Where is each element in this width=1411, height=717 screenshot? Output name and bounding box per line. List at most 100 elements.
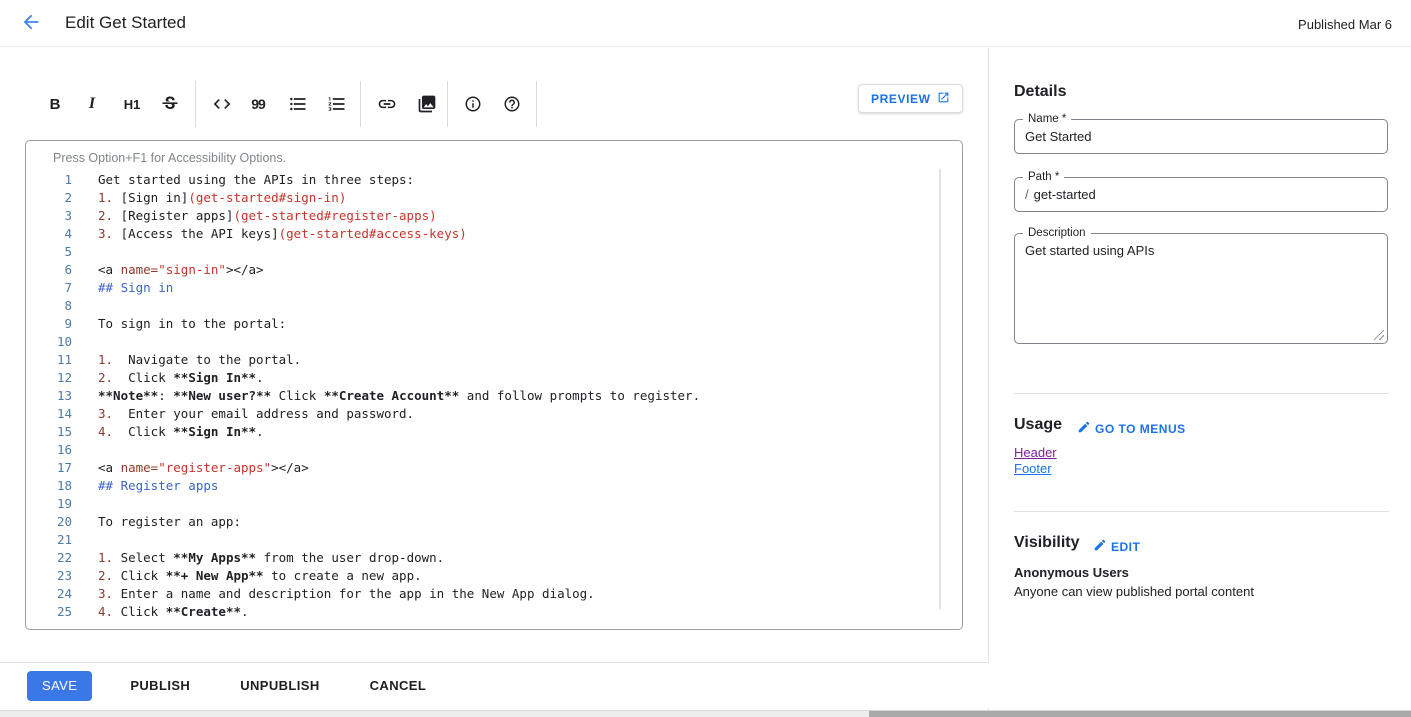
name-field[interactable]: Name * Get Started — [1014, 119, 1388, 154]
save-button[interactable]: SAVE — [27, 671, 92, 701]
line-content: 2. [Register apps](get-started#register-… — [72, 207, 437, 225]
line-number: 20 — [26, 513, 72, 531]
line-number: 15 — [26, 423, 72, 441]
editor-line[interactable]: 243. Enter a name and description for th… — [26, 585, 936, 603]
line-number: 13 — [26, 387, 72, 405]
code-button[interactable] — [203, 82, 241, 126]
editor-line[interactable]: 21 — [26, 531, 936, 549]
line-content — [72, 243, 98, 261]
horizontal-scrollbar[interactable] — [0, 710, 1411, 717]
editor-line[interactable]: 143. Enter your email address and passwo… — [26, 405, 936, 423]
editor-line[interactable]: 111. Navigate to the portal. — [26, 351, 936, 369]
back-arrow-icon — [20, 11, 42, 36]
editor-line[interactable]: 21. [Sign in](get-started#sign-in) — [26, 189, 936, 207]
blockquote-button[interactable]: 99 — [239, 82, 277, 126]
strikethrough-button[interactable] — [151, 82, 189, 126]
editor-line[interactable]: 7## Sign in — [26, 279, 936, 297]
usage-links: Header Footer — [1014, 446, 1057, 475]
resize-handle-icon[interactable] — [1374, 330, 1384, 340]
usage-heading: Usage — [1014, 416, 1062, 434]
line-content — [72, 297, 98, 315]
line-content: ## Register apps — [72, 477, 218, 495]
link-button[interactable] — [368, 82, 406, 126]
line-number: 5 — [26, 243, 72, 261]
line-content: Get started using the APIs in three step… — [72, 171, 414, 189]
editor-line[interactable]: 9To sign in to the portal: — [26, 315, 936, 333]
line-number: 12 — [26, 369, 72, 387]
description-field[interactable]: Description Get started using APIs — [1014, 233, 1388, 344]
code-icon — [212, 94, 232, 114]
path-prefix: / — [1025, 187, 1029, 202]
editor-line[interactable]: 232. Click **+ New App** to create a new… — [26, 567, 936, 585]
unpublish-button[interactable]: UNPUBLISH — [228, 670, 331, 701]
editor-scrollbar[interactable] — [939, 169, 941, 609]
usage-link-footer[interactable]: Footer — [1014, 462, 1057, 475]
publish-button[interactable]: PUBLISH — [118, 670, 202, 701]
editor-line[interactable]: 13**Note**: **New user?** Click **Create… — [26, 387, 936, 405]
visibility-audience: Anonymous Users — [1014, 565, 1129, 580]
line-content: 1. Select **My Apps** from the user drop… — [72, 549, 444, 567]
path-field[interactable]: Path * /get-started — [1014, 177, 1388, 212]
line-number: 2 — [26, 189, 72, 207]
line-number: 16 — [26, 441, 72, 459]
line-content: 4. Click **Create**. — [72, 603, 249, 621]
editor-line[interactable]: 122. Click **Sign In**. — [26, 369, 936, 387]
line-content: 3. Enter a name and description for the … — [72, 585, 595, 603]
line-number: 10 — [26, 333, 72, 351]
path-field-value[interactable]: / get-started — [1015, 178, 1387, 211]
editor-line[interactable]: 20To register an app: — [26, 513, 936, 531]
bold-button[interactable]: B — [36, 82, 74, 126]
help-button[interactable] — [493, 82, 531, 126]
editor-line[interactable]: 32. [Register apps](get-started#register… — [26, 207, 936, 225]
editor-line[interactable]: 8 — [26, 297, 936, 315]
editor-line[interactable]: 43. [Access the API keys](get-started#ac… — [26, 225, 936, 243]
back-button[interactable] — [13, 5, 49, 41]
cancel-button[interactable]: CANCEL — [358, 670, 439, 701]
italic-button[interactable]: I — [73, 82, 111, 126]
info-button[interactable] — [454, 82, 492, 126]
editor-line[interactable]: 154. Click **Sign In**. — [26, 423, 936, 441]
numbered-list-button[interactable] — [318, 82, 356, 126]
usage-link-header[interactable]: Header — [1014, 446, 1057, 459]
formatting-toolbar: BIH1 99 — [0, 78, 989, 130]
pencil-icon — [1077, 420, 1091, 437]
editor-line[interactable]: 17<a name="register-apps"></a> — [26, 459, 936, 477]
line-content: 1. Navigate to the portal. — [72, 351, 301, 369]
bulleted-list-button[interactable] — [279, 82, 317, 126]
line-content — [72, 333, 98, 351]
editor-line[interactable]: 18## Register apps — [26, 477, 936, 495]
editor-line[interactable]: 6<a name="sign-in"></a> — [26, 261, 936, 279]
editor-line[interactable]: 16 — [26, 441, 936, 459]
editor-line[interactable]: 10 — [26, 333, 936, 351]
line-content: To sign in to the portal: — [72, 315, 286, 333]
help-icon — [503, 95, 521, 113]
edit-visibility-label: EDIT — [1111, 540, 1140, 554]
line-number: 19 — [26, 495, 72, 513]
editor-line[interactable]: 19 — [26, 495, 936, 513]
preview-button-label: PREVIEW — [871, 92, 931, 106]
divider — [1014, 393, 1389, 394]
line-content: 2. Click **Sign In**. — [72, 369, 264, 387]
line-number: 4 — [26, 225, 72, 243]
image-button[interactable] — [408, 82, 446, 126]
preview-button[interactable]: PREVIEW — [858, 84, 963, 113]
line-content: ## Sign in — [72, 279, 173, 297]
path-field-label: Path * — [1023, 170, 1064, 185]
path-value-text: get-started — [1034, 187, 1096, 202]
go-to-menus-label: GO TO MENUS — [1095, 422, 1186, 436]
line-number: 8 — [26, 297, 72, 315]
horizontal-scrollbar-thumb[interactable] — [869, 711, 1411, 717]
heading-h1-button[interactable]: H1 — [113, 82, 151, 126]
bold-icon: B — [50, 96, 61, 113]
editor-line[interactable]: 1Get started using the APIs in three ste… — [26, 171, 936, 189]
line-content: **Note**: **New user?** Click **Create A… — [72, 387, 700, 405]
line-content — [72, 531, 98, 549]
line-content: 3. [Access the API keys](get-started#acc… — [72, 225, 467, 243]
editor-line[interactable]: 221. Select **My Apps** from the user dr… — [26, 549, 936, 567]
editor-line[interactable]: 254. Click **Create**. — [26, 603, 936, 621]
line-content: 2. Click **+ New App** to create a new a… — [72, 567, 422, 585]
editor-line[interactable]: 5 — [26, 243, 936, 261]
markdown-editor[interactable]: Press Option+F1 for Accessibility Option… — [25, 140, 963, 630]
edit-visibility-button[interactable]: EDIT — [1093, 538, 1140, 555]
go-to-menus-button[interactable]: GO TO MENUS — [1077, 420, 1186, 437]
